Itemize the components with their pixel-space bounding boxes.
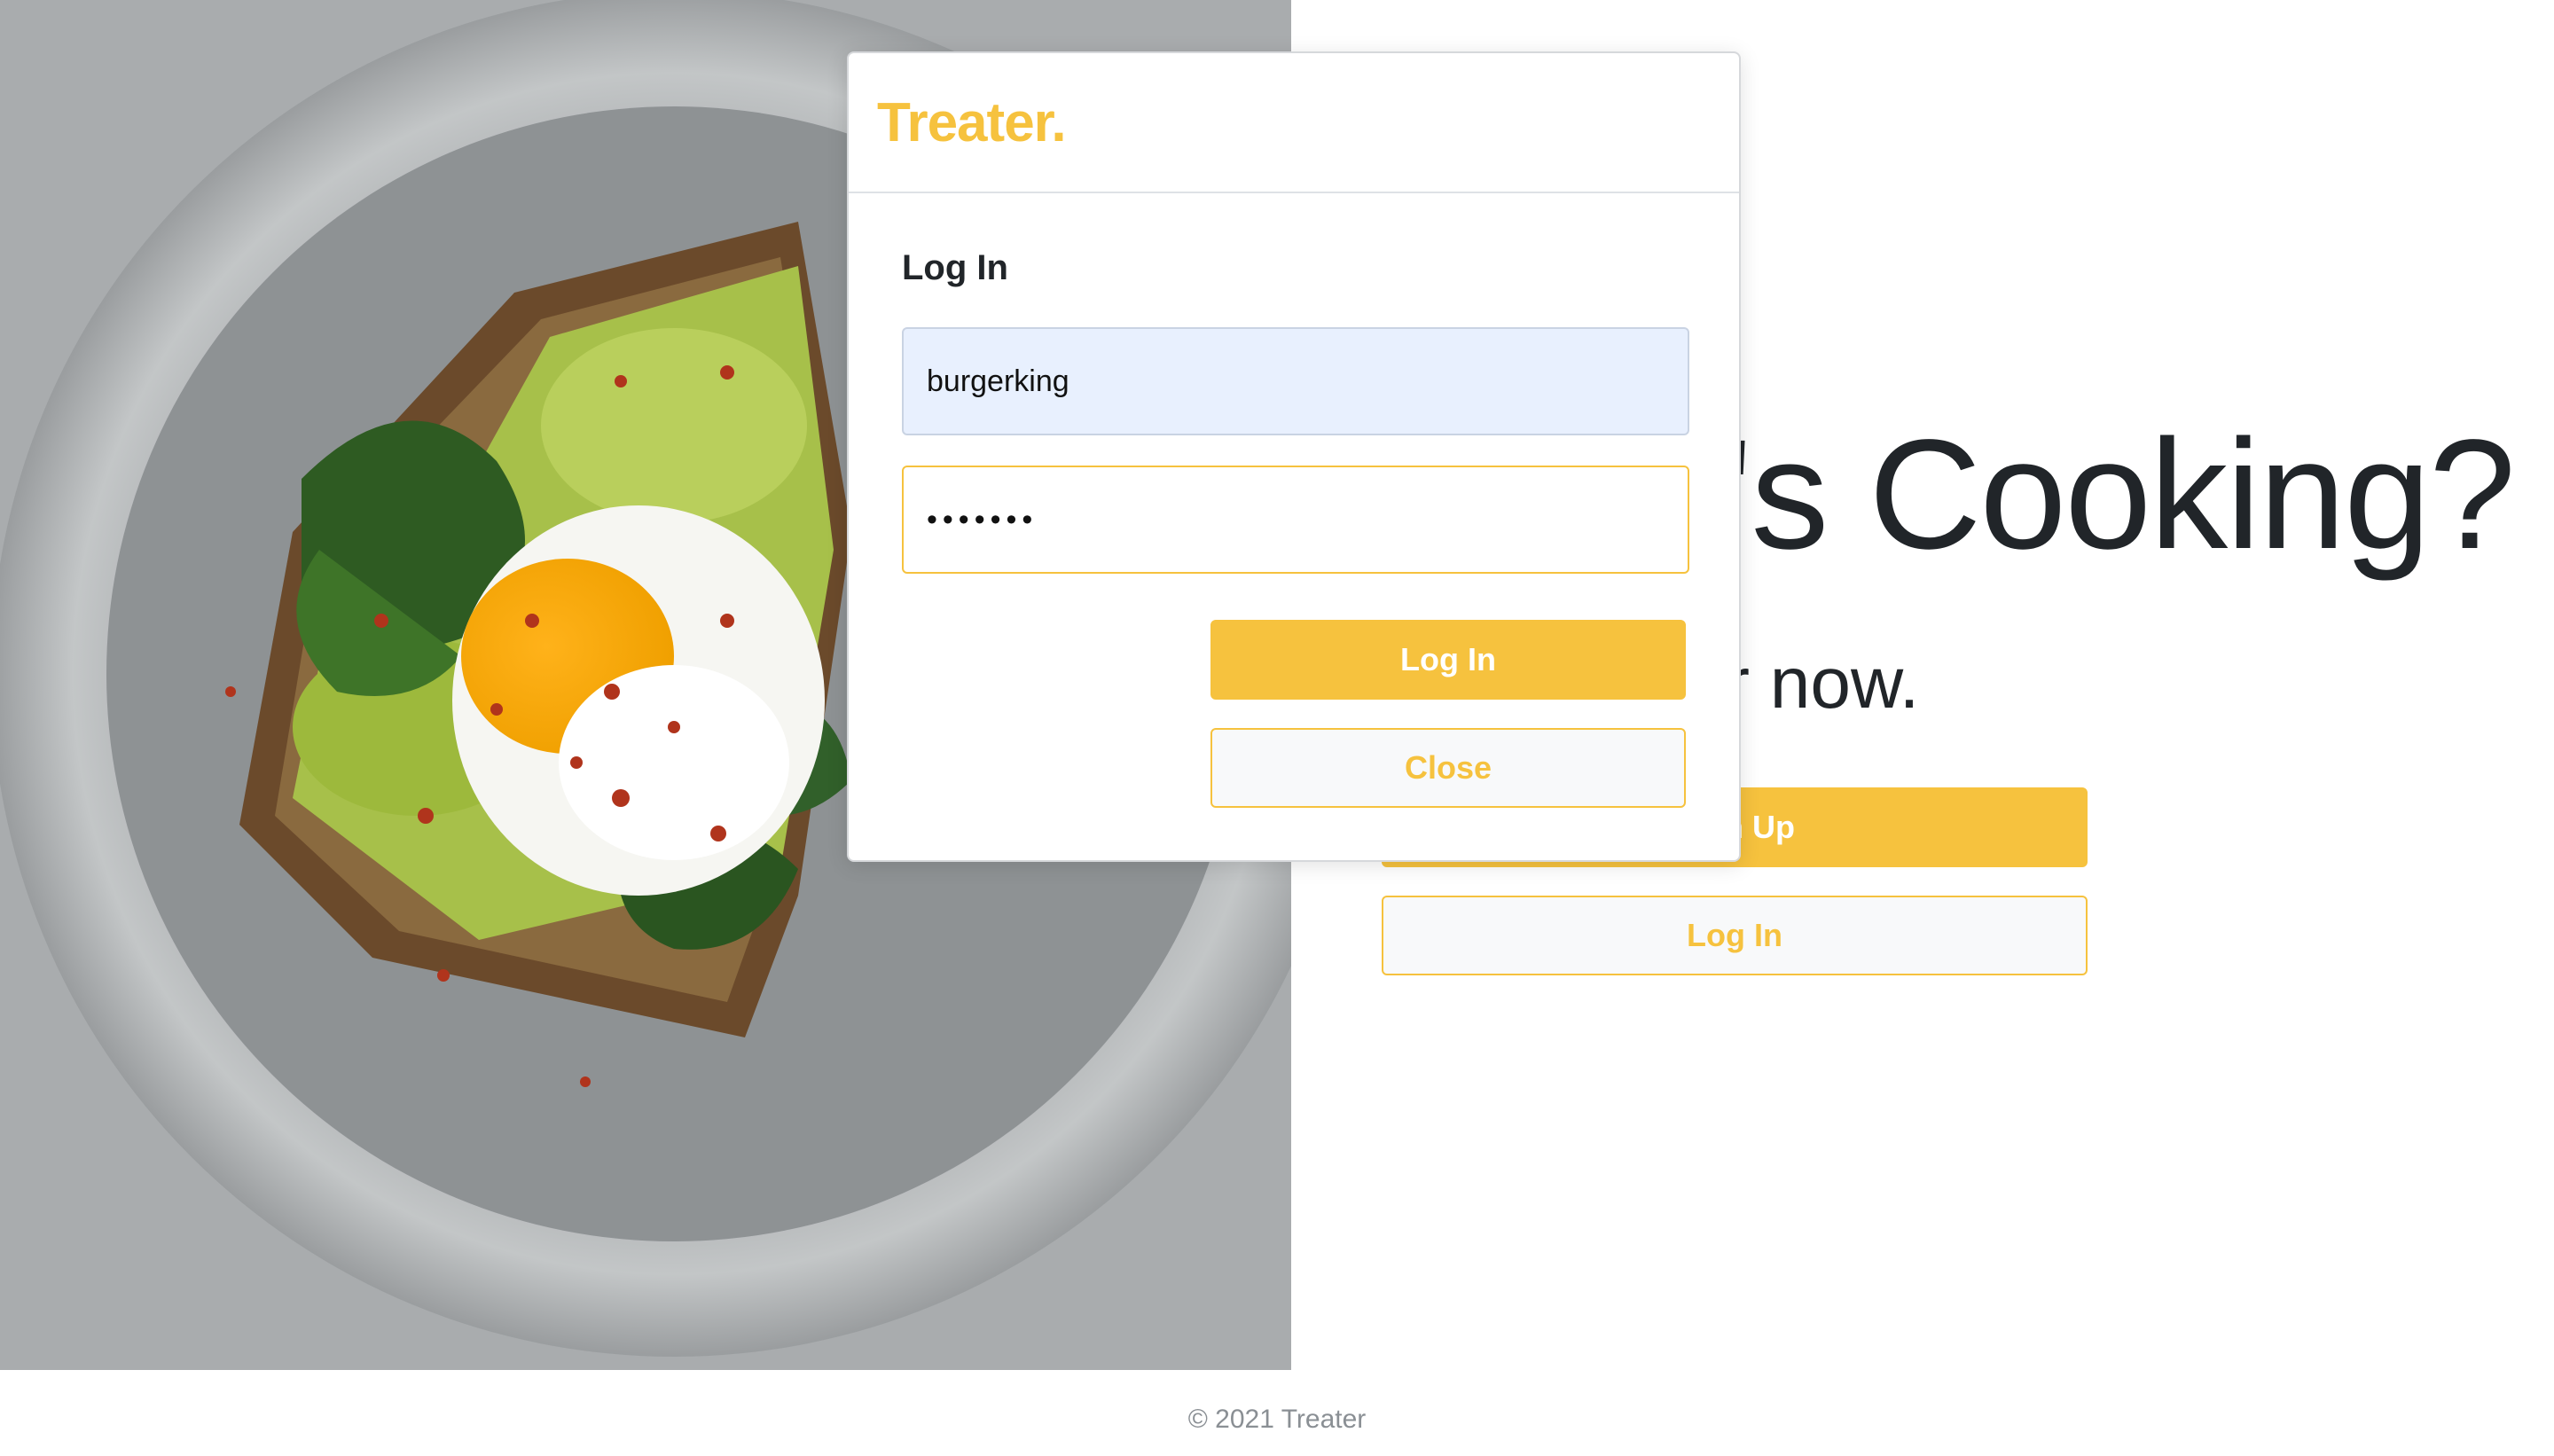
username-input[interactable] [902, 327, 1689, 435]
brand-logo: Treater. [877, 91, 1067, 153]
footer-copyright: © 2021 Treater [1187, 1405, 1367, 1434]
modal-header: Treater. [849, 53, 1739, 193]
login-modal: Treater. Log In Log In Close [847, 51, 1741, 862]
modal-log-in-button[interactable]: Log In [1210, 620, 1686, 700]
password-input[interactable] [902, 466, 1689, 574]
modal-close-button[interactable]: Close [1210, 728, 1686, 808]
modal-actions: Log In Close [902, 620, 1686, 808]
landing-page: What's Cooking? Join Treater now. Sign U… [0, 0, 2554, 1456]
modal-title: Log In [902, 248, 1008, 287]
modal-body: Log In Log In Close [849, 193, 1739, 808]
hero-log-in-button[interactable]: Log In [1382, 896, 2088, 975]
